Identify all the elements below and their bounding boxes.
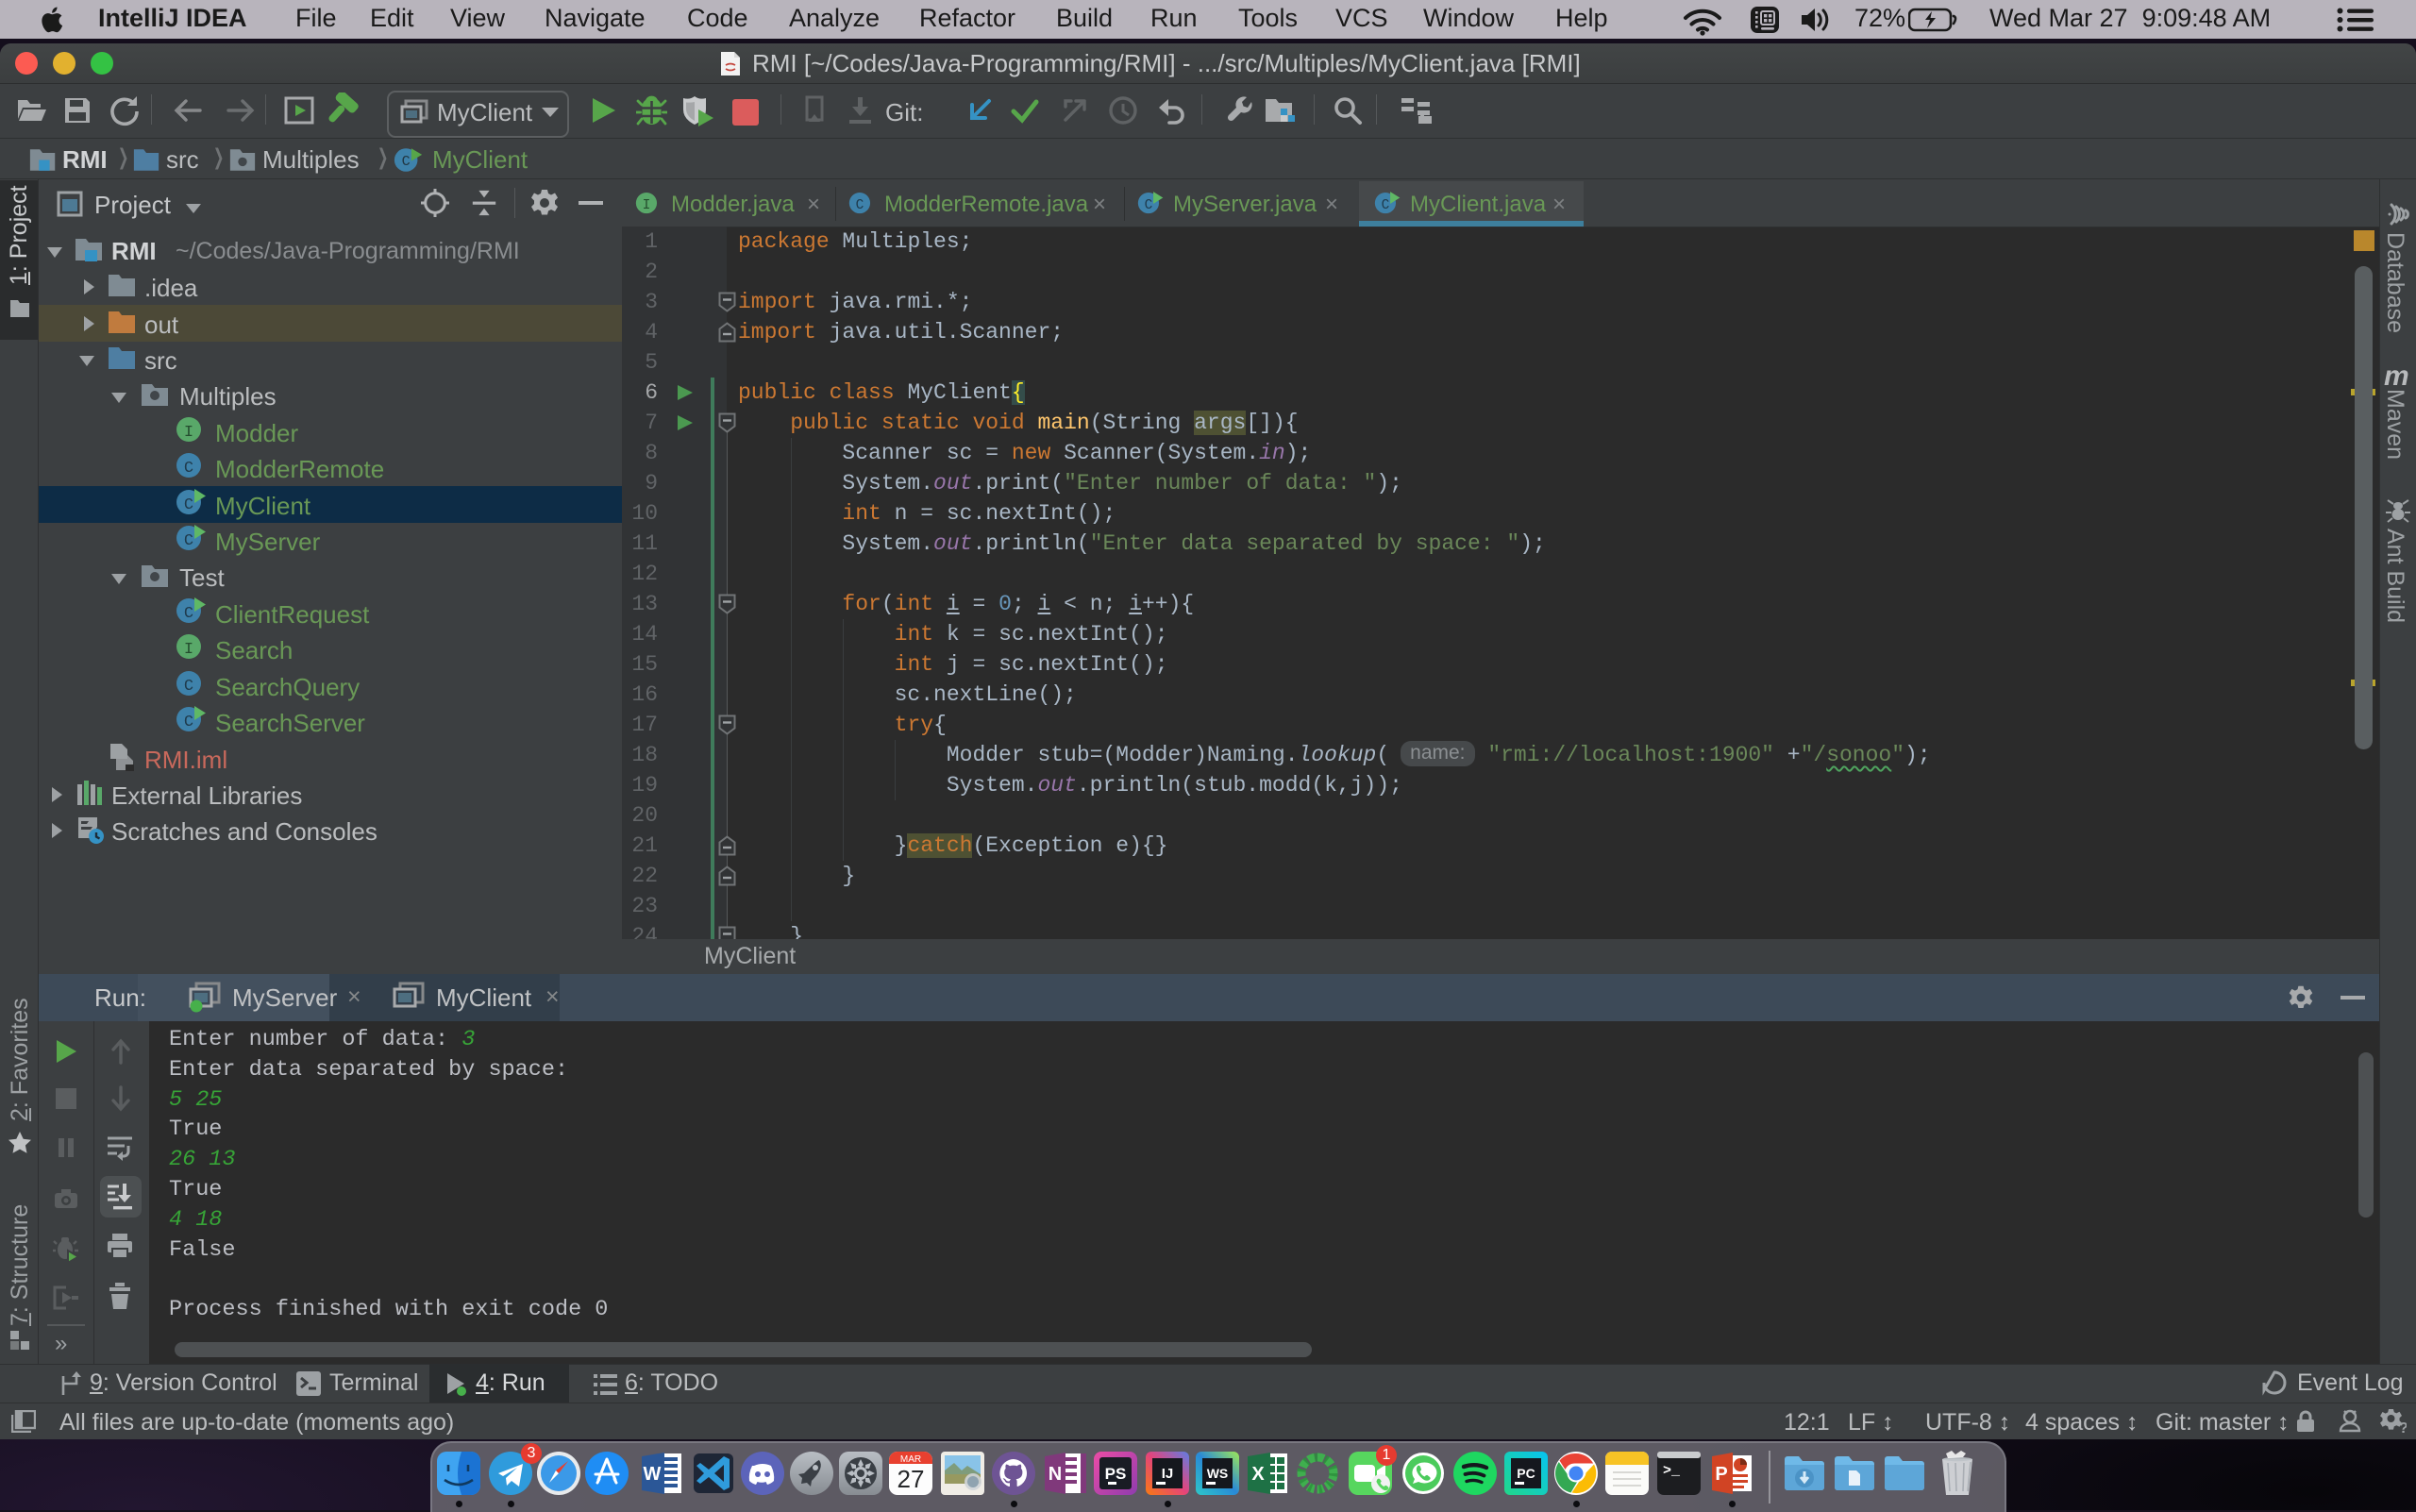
svg-text:PS: PS [1105, 1465, 1127, 1483]
svg-text:?: ? [2399, 1420, 2407, 1435]
svg-text:WS: WS [1207, 1466, 1229, 1481]
svg-text:27: 27 [898, 1465, 925, 1493]
svg-text:P: P [1715, 1464, 1727, 1485]
svg-text:C: C [402, 153, 411, 170]
svg-text:N: N [1049, 1464, 1062, 1485]
svg-text:PC: PC [1517, 1466, 1535, 1481]
svg-text:MAR: MAR [900, 1454, 921, 1465]
svg-text:W: W [644, 1464, 662, 1485]
svg-text:>_: >_ [1663, 1463, 1681, 1479]
svg-text:IJ: IJ [1162, 1466, 1174, 1482]
svg-text:X: X [1251, 1464, 1265, 1485]
